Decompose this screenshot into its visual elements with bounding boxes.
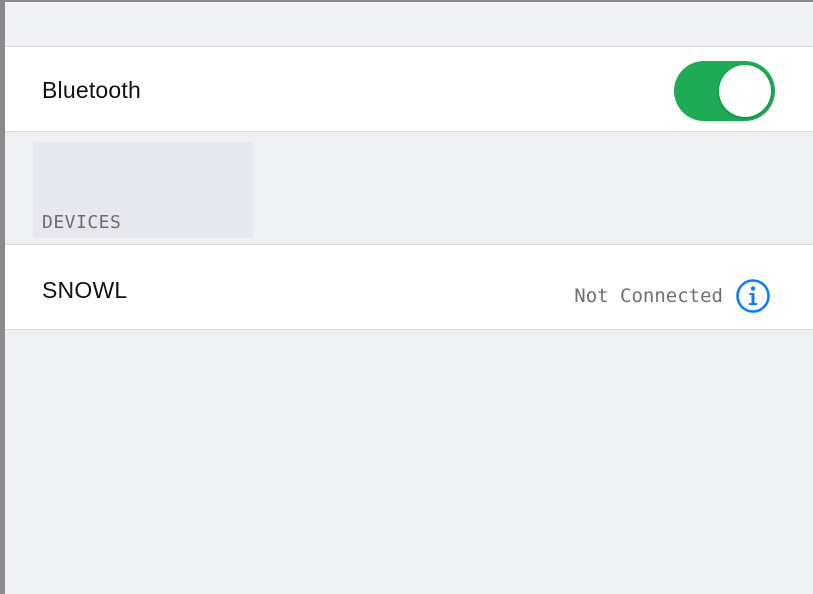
device-row-snowl[interactable]: SNOWL Not Connected <box>5 244 813 330</box>
device-name: SNOWL <box>42 277 128 303</box>
empty-area <box>5 330 813 594</box>
top-spacer <box>5 2 813 46</box>
toggle-knob <box>719 65 771 117</box>
bluetooth-label: Bluetooth <box>42 77 141 103</box>
settings-screen: Bluetooth DEVICES SNOWL Not Connected <box>0 0 813 594</box>
device-status: Not Connected <box>574 285 723 307</box>
bluetooth-row: Bluetooth <box>5 46 813 132</box>
info-icon[interactable] <box>735 278 771 314</box>
bluetooth-toggle[interactable] <box>674 61 775 121</box>
devices-section-header: DEVICES <box>42 212 122 233</box>
